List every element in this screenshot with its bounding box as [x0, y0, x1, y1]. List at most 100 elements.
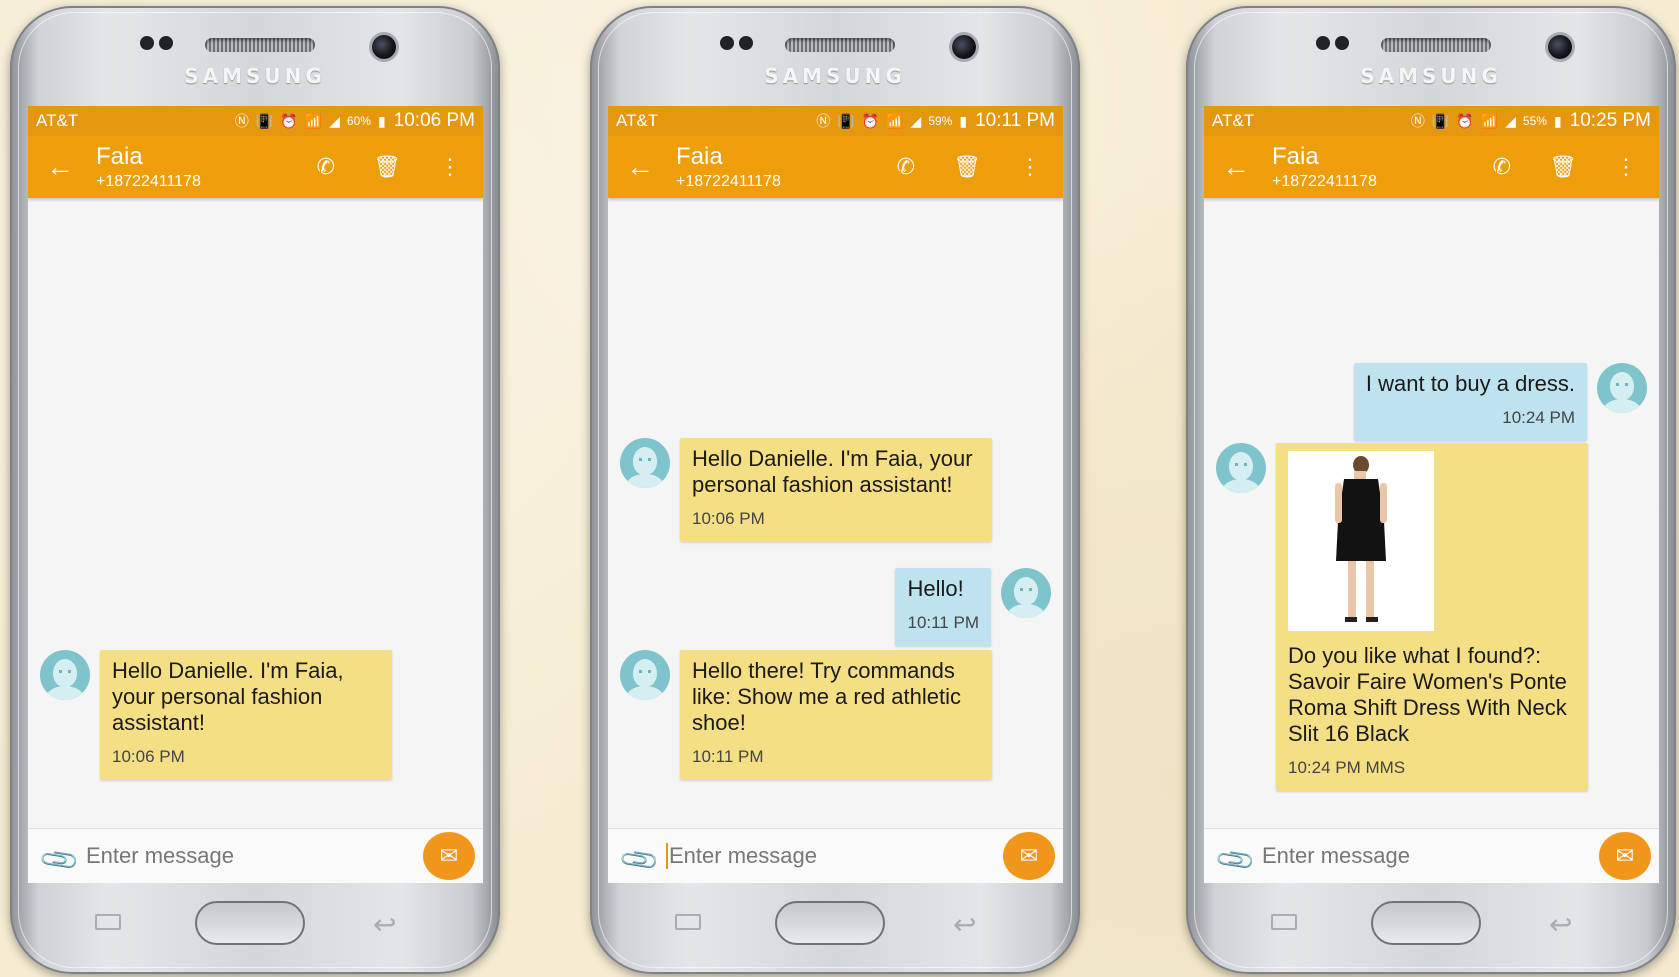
message-bubble[interactable]: I want to buy a dress. 10:24 PM [1353, 363, 1587, 441]
conversation-header: ← Faia +18722411178 ✆ 🗑 ⋮ [1204, 136, 1659, 198]
nfc-icon: Ⓝ [1410, 113, 1425, 129]
incoming-message: Hello Danielle. I'm Faia, your personal … [620, 438, 992, 542]
avatar [620, 438, 670, 488]
home-button[interactable] [195, 901, 305, 945]
phone-1: SAMSUNG AT&T Ⓝ 📳 ⏰ 📶 ◢ 60% ▮ 10:06 PM ← … [10, 6, 500, 974]
brand-logo: SAMSUNG [184, 64, 326, 88]
contact-info: Faia +18722411178 [1272, 143, 1493, 191]
header-actions: ✆ 🗑 ⋮ [897, 154, 1051, 180]
carrier-label: AT&T [36, 111, 79, 130]
message-text: Do you like what I found?: Savoir Faire … [1288, 643, 1567, 746]
status-bar: AT&T Ⓝ 📳 ⏰ 📶 ◢ 60% ▮ 10:06 PM [28, 106, 483, 136]
more-vert-icon[interactable]: ⋮ [1019, 154, 1041, 180]
nfc-icon: Ⓝ [234, 113, 249, 129]
arrow-left-icon[interactable]: ← [626, 151, 676, 183]
trash-icon[interactable]: 🗑 [1549, 154, 1577, 180]
paperclip-icon[interactable]: 📎 [1213, 830, 1267, 882]
recent-apps-key[interactable] [1271, 914, 1297, 930]
back-key-icon[interactable]: ↩ [1549, 908, 1572, 941]
brand-logo: SAMSUNG [1360, 64, 1502, 88]
recent-apps-key[interactable] [675, 914, 701, 930]
hardware-keys: ↩ [1186, 901, 1676, 956]
home-button[interactable] [1371, 901, 1481, 945]
home-button[interactable] [775, 901, 885, 945]
wifi-icon: 📶 [304, 112, 323, 129]
contact-number: +18722411178 [1272, 173, 1377, 190]
message-bubble[interactable]: Hello there! Try commands like: Show me … [680, 650, 992, 780]
send-button[interactable]: ✉ [423, 832, 475, 880]
hardware-keys: ↩ [10, 901, 500, 956]
status-icons: Ⓝ 📳 ⏰ 📶 ◢ 59% ▮ [816, 111, 967, 131]
avatar [1597, 363, 1647, 413]
message-time: 10:06 PM [112, 747, 185, 766]
carrier-label: AT&T [616, 111, 659, 130]
battery-icon: ▮ [959, 112, 968, 129]
message-list: Hello Danielle. I'm Faia, your personal … [608, 198, 1063, 828]
signal-icon: ◢ [910, 112, 922, 129]
send-button[interactable]: ✉ [1599, 832, 1651, 880]
earpiece-speaker [785, 38, 895, 52]
battery-icon: ▮ [377, 112, 386, 129]
envelope-icon: ✉ [1019, 843, 1039, 868]
alarm-icon: ⏰ [280, 112, 298, 129]
more-vert-icon[interactable]: ⋮ [1615, 154, 1637, 180]
phone-icon[interactable]: ✆ [897, 154, 915, 180]
back-key-icon[interactable]: ↩ [953, 908, 976, 941]
product-image[interactable] [1288, 451, 1434, 631]
header-actions: ✆ 🗑 ⋮ [1493, 154, 1647, 180]
phone-icon[interactable]: ✆ [317, 154, 335, 180]
status-bar: AT&T Ⓝ 📳 ⏰ 📶 ◢ 55% ▮ 10:25 PM [1204, 106, 1659, 136]
recent-apps-key[interactable] [95, 914, 121, 930]
phone-3: SAMSUNG AT&T Ⓝ 📳 ⏰ 📶 ◢ 55% ▮ 10:25 PM ← … [1186, 6, 1676, 974]
message-bubble[interactable]: Hello! 10:11 PM [895, 568, 991, 646]
battery-percent: 55% [1522, 114, 1547, 128]
message-text: Hello there! Try commands like: Show me … [692, 658, 962, 735]
front-camera [1548, 35, 1572, 59]
message-bubble[interactable]: Hello Danielle. I'm Faia, your personal … [100, 650, 392, 780]
message-time: 10:06 PM [692, 509, 765, 528]
more-vert-icon[interactable]: ⋮ [439, 154, 461, 180]
status-icons: Ⓝ 📳 ⏰ 📶 ◢ 55% ▮ [1411, 111, 1562, 131]
message-input[interactable] [86, 843, 423, 869]
paperclip-icon[interactable]: 📎 [617, 830, 671, 882]
clock: 10:25 PM [1569, 110, 1651, 131]
incoming-message: Hello there! Try commands like: Show me … [620, 650, 992, 780]
message-input[interactable] [669, 843, 1003, 869]
message-bubble[interactable]: Hello Danielle. I'm Faia, your personal … [680, 438, 992, 542]
message-list: Hello Danielle. I'm Faia, your personal … [28, 198, 483, 828]
contact-name: Faia [676, 143, 723, 170]
message-input[interactable] [1262, 843, 1599, 869]
paperclip-icon[interactable]: 📎 [37, 830, 91, 882]
battery-icon: ▮ [1553, 112, 1562, 129]
incoming-message: Do you like what I found?: Savoir Faire … [1216, 443, 1588, 791]
vibrate-icon: 📳 [255, 112, 274, 129]
arrow-left-icon[interactable]: ← [1222, 151, 1272, 183]
trash-icon[interactable]: 🗑 [953, 154, 981, 180]
avatar [620, 650, 670, 700]
back-key-icon[interactable]: ↩ [373, 908, 396, 941]
message-time: 10:11 PM [907, 613, 979, 632]
avatar [1216, 443, 1266, 493]
composer: 📎 ✉ [28, 828, 483, 883]
header-actions: ✆ 🗑 ⋮ [317, 154, 471, 180]
message-bubble[interactable]: Do you like what I found?: Savoir Faire … [1276, 443, 1588, 791]
arrow-left-icon[interactable]: ← [46, 151, 96, 183]
contact-name: Faia [1272, 143, 1319, 170]
signal-icon: ◢ [329, 112, 340, 129]
wifi-icon: 📶 [886, 112, 904, 129]
avatar [40, 650, 90, 700]
send-button[interactable]: ✉ [1003, 832, 1055, 880]
clock: 10:06 PM [393, 110, 475, 131]
trash-icon[interactable]: 🗑 [373, 154, 401, 180]
outgoing-message: I want to buy a dress. 10:24 PM [1353, 363, 1647, 441]
message-list: I want to buy a dress. 10:24 PM Do you l… [1204, 198, 1659, 828]
screen: AT&T Ⓝ 📳 ⏰ 📶 ◢ 55% ▮ 10:25 PM ← Faia +18… [1204, 106, 1659, 883]
wifi-icon: 📶 [1480, 112, 1499, 129]
phone-icon[interactable]: ✆ [1493, 154, 1511, 180]
battery-percent: 59% [928, 114, 953, 128]
contact-info: Faia +18722411178 [96, 143, 317, 191]
alarm-icon: ⏰ [861, 112, 880, 129]
message-text: I want to buy a dress. [1365, 371, 1575, 396]
contact-number: +18722411178 [96, 173, 201, 190]
vibrate-icon: 📳 [837, 112, 855, 129]
